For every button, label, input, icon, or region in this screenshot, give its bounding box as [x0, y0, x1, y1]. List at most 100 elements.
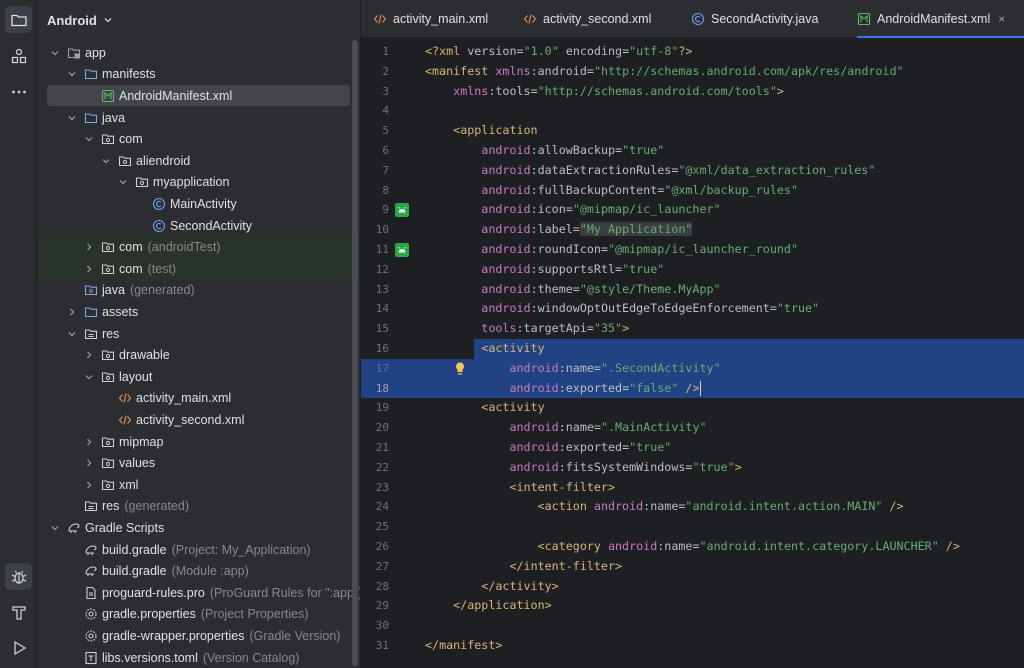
editor-tab-label: activity_main.xml [393, 12, 489, 26]
tree-item[interactable]: mipmap [37, 431, 360, 453]
code-line[interactable]: 14 android:windowOptOutEdgeToEdgeEnforce… [361, 299, 1024, 319]
code-line[interactable]: 29 </application> [361, 596, 1024, 616]
tree-item[interactable]: MainActivity [37, 193, 360, 215]
debug-tool-button[interactable] [5, 563, 32, 590]
editor-tab-label: activity_second.xml [543, 12, 652, 26]
tree-item[interactable]: libs.versions.toml (Version Catalog) [37, 647, 360, 668]
code-line[interactable]: 13 android:theme="@style/Theme.MyApp" [361, 280, 1024, 300]
tree-item-label: res [102, 499, 120, 514]
chevron-right-icon[interactable] [83, 241, 95, 253]
editor-tab[interactable]: SecondActivity.java [691, 0, 841, 38]
code-line[interactable]: 26 <category android:name="android.inten… [361, 537, 1024, 557]
chevron-down-icon[interactable] [49, 522, 61, 534]
code-editor[interactable]: 1 <?xml version="1.0" encoding="utf-8"?> 2… [361, 38, 1024, 668]
editor-tab[interactable]: activity_main.xml [373, 0, 509, 38]
code-line[interactable]: 27 </intent-filter> [361, 557, 1024, 577]
tree-item[interactable]: gradle.properties (Project Properties) [37, 604, 360, 626]
tree-item[interactable]: build.gradle (Project: My_Application) [37, 539, 360, 561]
more-tools-button[interactable] [5, 78, 32, 105]
tree-item[interactable]: res (generated) [37, 496, 360, 518]
tree-item[interactable]: app [37, 42, 360, 64]
file-icon [84, 586, 98, 600]
code-line[interactable]: 12 android:supportsRtl="true" [361, 260, 1024, 280]
tree-item[interactable]: activity_main.xml [37, 388, 360, 410]
tree-item[interactable]: com (androidTest) [37, 236, 360, 258]
code-line[interactable]: 20 android:name=".MainActivity" [361, 418, 1024, 438]
tree-item[interactable]: Gradle Scripts [37, 517, 360, 539]
structure-tool-button[interactable] [5, 42, 32, 69]
tree-item[interactable]: myapplication [37, 172, 360, 194]
tree-item[interactable]: java [37, 107, 360, 129]
tree-item[interactable]: values [37, 452, 360, 474]
tree-item[interactable]: gradle-wrapper.properties (Gradle Version… [37, 625, 360, 647]
chevron-right-icon[interactable] [83, 479, 95, 491]
chevron-down-icon[interactable] [83, 133, 95, 145]
code-line[interactable]: 16 <activity [361, 339, 1024, 359]
chevron-down-icon[interactable] [117, 176, 129, 188]
code-line[interactable]: 2 <manifest xmlns:android="http://schemas… [361, 62, 1024, 82]
code-line[interactable]: 31 </manifest> [361, 636, 1024, 656]
tree-item[interactable]: layout [37, 366, 360, 388]
tree-item[interactable]: res [37, 323, 360, 345]
tree-item[interactable]: activity_second.xml [37, 409, 360, 431]
tree-item[interactable]: manifests [37, 64, 360, 86]
code-line[interactable]: 28 </activity> [361, 577, 1024, 597]
chevron-down-icon[interactable] [66, 68, 78, 80]
run-tool-button[interactable] [5, 634, 32, 661]
tree-item[interactable]: assets [37, 301, 360, 323]
code-line[interactable]: 11 android:roundIcon="@mipmap/ic_launche… [361, 240, 1024, 260]
chevron-down-icon[interactable] [66, 328, 78, 340]
code-line[interactable]: 30 [361, 616, 1024, 636]
code-line[interactable]: 8 android:fullBackupContent="@xml/backup… [361, 181, 1024, 201]
tree-item[interactable]: com [37, 128, 360, 150]
code-text: android:supportsRtl="true" [481, 261, 665, 276]
chevron-down-icon[interactable] [49, 47, 61, 59]
project-tool-button[interactable] [5, 6, 32, 33]
code-line[interactable]: 9 android:icon="@mipmap/ic_launcher" [361, 200, 1024, 220]
chevron-right-icon[interactable] [83, 457, 95, 469]
code-line[interactable]: 24 <action android:name="android.intent.… [361, 497, 1024, 517]
close-icon[interactable]: × [998, 12, 1005, 26]
chevron-down-icon[interactable] [66, 112, 78, 124]
code-line[interactable]: 10 android:label="My Application" [361, 220, 1024, 240]
project-tree-scrollbar[interactable] [352, 40, 358, 666]
chevron-right-icon[interactable] [83, 436, 95, 448]
code-line[interactable]: 21 android:exported="true" [361, 438, 1024, 458]
code-line[interactable]: 6 android:allowBackup="true" [361, 141, 1024, 161]
code-line[interactable]: 22 android:fitsSystemWindows="true"> [361, 458, 1024, 478]
code-line[interactable]: 4 [361, 101, 1024, 121]
chevron-right-icon[interactable] [66, 306, 78, 318]
code-line[interactable]: 1 <?xml version="1.0" encoding="utf-8"?> [361, 42, 1024, 62]
editor-tab[interactable]: AndroidManifest.xml × [857, 0, 1024, 38]
code-text: </manifest> [425, 638, 503, 652]
tree-item-label: xml [119, 477, 139, 492]
build-tool-button[interactable] [5, 599, 32, 626]
chevron-down-icon[interactable] [100, 155, 112, 167]
tree-item[interactable]: com (test) [37, 258, 360, 280]
code-line[interactable]: 23 <intent-filter> [361, 478, 1024, 498]
tree-item[interactable]: AndroidManifest.xml [37, 85, 360, 107]
chevron-right-icon[interactable] [83, 349, 95, 361]
code-line[interactable]: 5 <application [361, 121, 1024, 141]
code-line[interactable]: 17 android:name=".SecondActivity" [361, 358, 1024, 379]
android-icon[interactable] [395, 243, 409, 257]
tree-item[interactable]: proguard-rules.pro (ProGuard Rules for ":… [37, 582, 360, 604]
tree-item[interactable]: SecondActivity [37, 215, 360, 237]
code-line[interactable]: 15 tools:targetApi="35"> [361, 319, 1024, 339]
code-line[interactable]: 7 android:dataExtractionRules="@xml/data… [361, 161, 1024, 181]
chevron-down-icon[interactable] [83, 371, 95, 383]
editor-tab[interactable]: activity_second.xml [523, 0, 675, 38]
tree-item[interactable]: xml [37, 474, 360, 496]
code-line[interactable]: 25 [361, 517, 1024, 537]
tree-item[interactable]: drawable [37, 344, 360, 366]
code-line[interactable]: 3 xmlns:tools="http://schemas.android.co… [361, 82, 1024, 102]
chevron-right-icon[interactable] [83, 263, 95, 275]
code-line[interactable]: 18 android:exported="false" /> [361, 378, 1024, 399]
code-line[interactable]: 19 <activity [361, 398, 1024, 418]
tree-item[interactable]: build.gradle (Module :app) [37, 560, 360, 582]
tree-item[interactable]: java (generated) [37, 280, 360, 302]
project-view-selector[interactable]: Android [37, 0, 360, 40]
play-icon [13, 640, 26, 655]
tree-item[interactable]: aliendroid [37, 150, 360, 172]
android-icon[interactable] [395, 203, 409, 218]
